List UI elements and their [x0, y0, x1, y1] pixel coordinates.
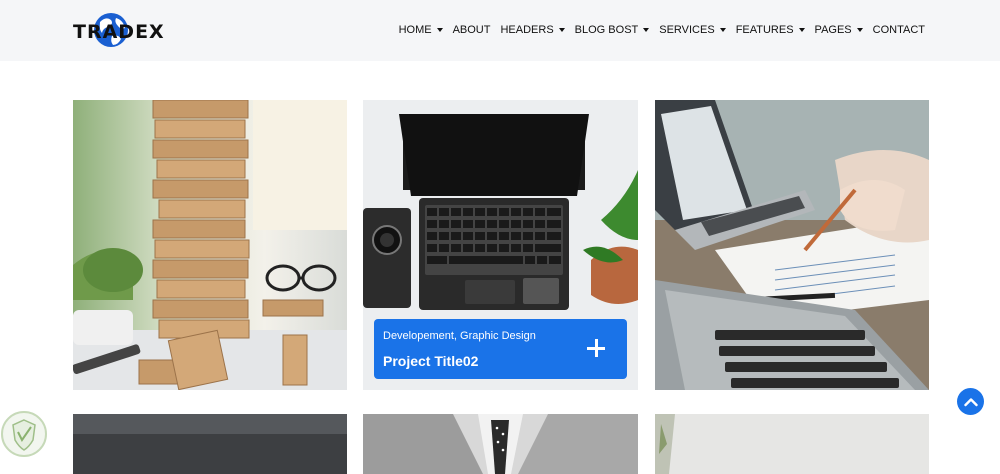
- portfolio-card-active[interactable]: Developement, Graphic Design Project Tit…: [363, 100, 638, 390]
- nav-label: ABOUT: [452, 24, 491, 36]
- jenga-tower-image: [73, 100, 347, 390]
- portfolio-card[interactable]: [73, 100, 347, 390]
- nav-item-home[interactable]: HOME: [399, 24, 443, 36]
- chevron-down-icon: [436, 28, 443, 32]
- nav-label: BLOG BOST: [574, 24, 639, 36]
- light-photo-image: [655, 414, 929, 474]
- portfolio-card[interactable]: [655, 414, 929, 474]
- nav-item-services[interactable]: SERVICES: [659, 24, 726, 36]
- plus-icon[interactable]: [587, 339, 605, 357]
- nav-label: CONTACT: [872, 24, 925, 36]
- chevron-down-icon: [719, 28, 726, 32]
- dark-photo-image: [73, 414, 347, 474]
- nav-item-headers[interactable]: HEADERS: [500, 24, 565, 36]
- nav-label: SERVICES: [659, 24, 715, 36]
- laptop-writing-image: [655, 100, 929, 390]
- chevron-down-icon: [558, 28, 565, 32]
- nav-item-pages[interactable]: PAGES: [815, 24, 863, 36]
- nav-label: HOME: [398, 24, 432, 36]
- nav-label: HEADERS: [500, 24, 554, 36]
- project-categories: Developement, Graphic Design: [383, 330, 536, 342]
- project-title[interactable]: Project Title02: [383, 353, 478, 369]
- nav-label: PAGES: [814, 24, 852, 36]
- scroll-to-top-button[interactable]: [957, 388, 984, 415]
- nav-item-contact[interactable]: CONTACT: [873, 24, 925, 36]
- logo-wordmark: TRADEX: [73, 21, 165, 43]
- nav-item-about[interactable]: ABOUT: [453, 24, 491, 36]
- shield-badge-icon[interactable]: [0, 410, 48, 458]
- project-hover-overlay[interactable]: Developement, Graphic Design Project Tit…: [374, 319, 627, 379]
- portfolio-card[interactable]: [655, 100, 929, 390]
- chevron-down-icon: [798, 28, 805, 32]
- main-nav: HOME ABOUT HEADERS BLOG BOST SERVICES FE…: [389, 24, 925, 36]
- portfolio-card[interactable]: [73, 414, 347, 474]
- nav-item-features[interactable]: FEATURES: [736, 24, 805, 36]
- nav-label: FEATURES: [735, 24, 794, 36]
- businessman-image: [363, 414, 638, 474]
- portfolio-card[interactable]: [363, 414, 638, 474]
- chevron-down-icon: [856, 28, 863, 32]
- brand-logo[interactable]: TRADEX: [72, 8, 164, 54]
- chevron-down-icon: [643, 28, 650, 32]
- nav-item-blog[interactable]: BLOG BOST: [575, 24, 650, 36]
- shield-badge-graphic: [1, 411, 47, 457]
- site-header: TRADEX HOME ABOUT HEADERS BLOG BOST SERV…: [0, 0, 1000, 61]
- chevron-up-icon: [963, 397, 978, 406]
